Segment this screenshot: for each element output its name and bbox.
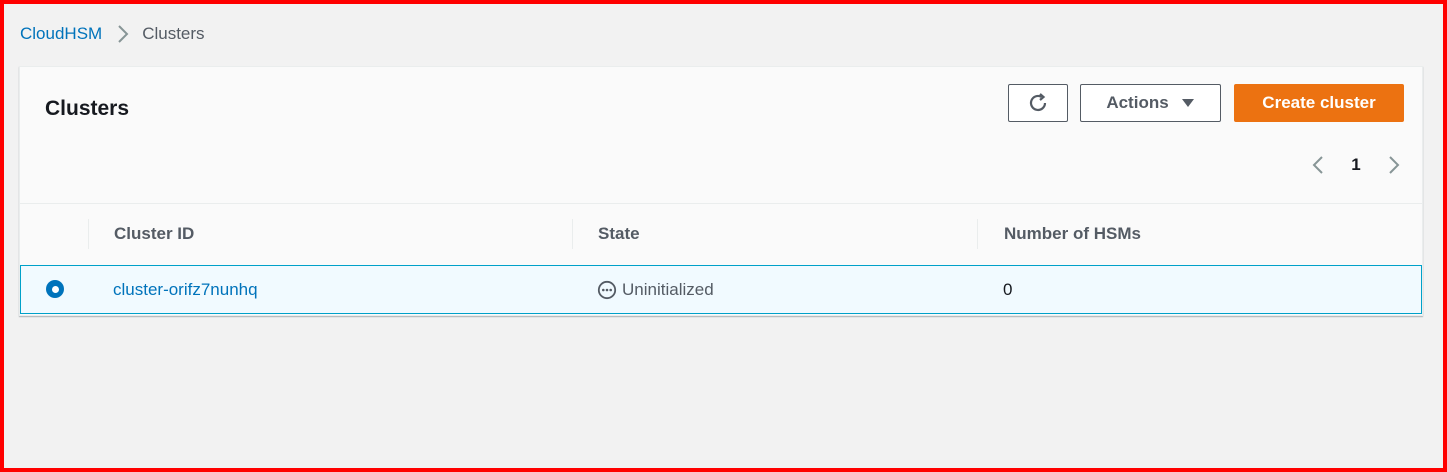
column-header-cluster-id[interactable]: Cluster ID — [114, 219, 194, 249]
table-row[interactable]: cluster-orifz7nunhq Uninitialized 0 — [20, 265, 1422, 314]
breadcrumb-cloudhsm-link[interactable]: CloudHSM — [20, 24, 102, 44]
create-cluster-button[interactable]: Create cluster — [1234, 84, 1404, 122]
breadcrumb: CloudHSM Clusters — [20, 22, 205, 46]
previous-page-icon[interactable] — [1306, 153, 1330, 177]
column-header-state[interactable]: State — [598, 219, 640, 249]
clusters-panel: Clusters Actions Create cluster 1 Cluste… — [19, 66, 1423, 316]
column-header-number-of-hsms[interactable]: Number of HSMs — [1004, 219, 1141, 249]
actions-dropdown-button[interactable]: Actions — [1080, 84, 1221, 122]
page-title: Clusters — [45, 97, 130, 120]
column-separator — [88, 219, 89, 249]
pending-status-icon — [597, 280, 617, 300]
page-number[interactable]: 1 — [1351, 155, 1360, 175]
row-select-radio[interactable] — [46, 280, 64, 298]
refresh-icon — [1027, 92, 1049, 114]
table-header: Cluster ID State Number of HSMs — [20, 219, 1422, 249]
column-separator — [977, 219, 978, 249]
hsm-count: 0 — [1003, 279, 1013, 299]
next-page-icon[interactable] — [1382, 153, 1406, 177]
breadcrumb-current: Clusters — [142, 24, 205, 43]
chevron-right-icon — [110, 25, 136, 43]
state-text: Uninitialized — [622, 279, 714, 299]
refresh-button[interactable] — [1008, 84, 1068, 122]
column-separator — [572, 219, 573, 249]
header-divider — [20, 203, 1422, 204]
caret-down-icon — [1181, 98, 1195, 108]
pagination: 1 — [1306, 153, 1406, 177]
state-cell: Uninitialized — [597, 266, 714, 313]
cluster-id-link[interactable]: cluster-orifz7nunhq — [113, 266, 258, 313]
radio-selected-dot — [51, 285, 59, 293]
actions-label: Actions — [1106, 93, 1169, 112]
